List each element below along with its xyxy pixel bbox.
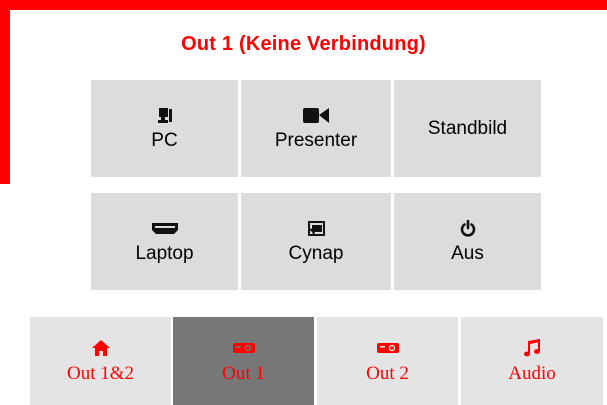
nav-tab-out-1-2[interactable]: Out 1&2 [30,317,171,405]
home-icon [91,337,110,359]
source-label: Aus [451,242,484,264]
projector-icon [232,337,255,359]
source-button-cynap[interactable]: Cynap [241,193,391,290]
source-label: Laptop [135,242,194,264]
projector-icon [376,337,399,359]
screen-cast-icon [307,219,325,239]
source-label: Cynap [288,242,344,264]
output-status-title: Out 1 (Keine Verbindung) [181,33,426,55]
nav-tab-audio[interactable]: Audio [461,317,603,405]
frame-divider [16,20,17,405]
source-button-pc[interactable]: PC [91,80,238,177]
nav-tab-label: Audio [508,363,556,384]
nav-tab-label: Out 1&2 [66,363,135,384]
source-label: PC [151,129,178,151]
source-label: Presenter [274,129,358,151]
hdmi-port-icon [151,219,179,239]
red-frame-left [0,0,10,184]
desktop-computer-icon [157,106,172,126]
nav-tab-label: Out 2 [366,363,409,384]
video-camera-icon [303,106,329,126]
source-button-standbild[interactable]: Standbild [394,80,541,177]
nav-tab-out-2[interactable]: Out 2 [317,317,458,405]
source-button-presenter[interactable]: Presenter [241,80,391,177]
nav-tab-out-1[interactable]: Out 1 [173,317,314,405]
red-frame-top [0,0,607,10]
source-button-aus[interactable]: Aus [394,193,541,290]
source-button-laptop[interactable]: Laptop [91,193,238,290]
source-label: Standbild [427,117,508,139]
power-icon [460,219,476,239]
nav-tab-label: Out 1 [222,363,265,384]
music-note-icon [524,337,540,359]
